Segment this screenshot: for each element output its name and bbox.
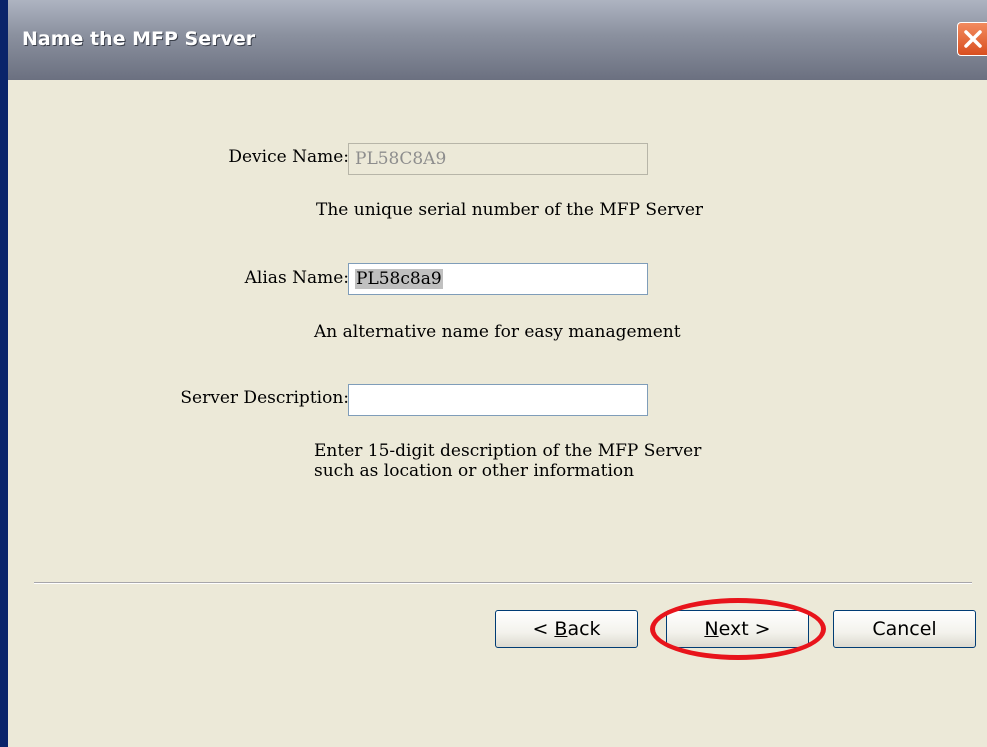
back-button-prefix: < [532,618,555,640]
title-bar[interactable]: Name the MFP Server [8,0,987,80]
close-icon [964,30,982,48]
alias-name-hint: An alternative name for easy management [314,322,681,342]
next-button-rest: ext > [718,618,771,640]
cancel-button[interactable]: Cancel [833,610,976,648]
next-button-mnemonic: N [704,618,719,640]
server-description-hint-line1: Enter 15-digit description of the MFP Se… [314,441,702,461]
back-button-rest: ack [567,618,601,640]
device-name-field: PL58C8A9 [348,143,648,175]
window-title: Name the MFP Server [22,28,256,50]
alias-name-value: PL58c8a9 [355,269,443,289]
next-button[interactable]: Next > [666,610,809,648]
dialog-window: Name the MFP Server Device Name: PL58C8A… [0,0,987,747]
server-description-hint-line2: such as location or other information [314,461,635,481]
back-button-mnemonic: B [554,618,568,640]
device-name-hint: The unique serial number of the MFP Serv… [316,200,704,220]
back-button[interactable]: < Back [495,610,638,648]
alias-name-field[interactable]: PL58c8a9 [348,263,648,295]
alias-name-label: Alias Name: [244,268,349,288]
server-description-field[interactable] [348,384,648,416]
button-separator [34,582,972,584]
device-name-label: Device Name: [228,147,349,167]
close-button[interactable] [957,22,987,56]
server-description-label: Server Description: [180,388,349,408]
